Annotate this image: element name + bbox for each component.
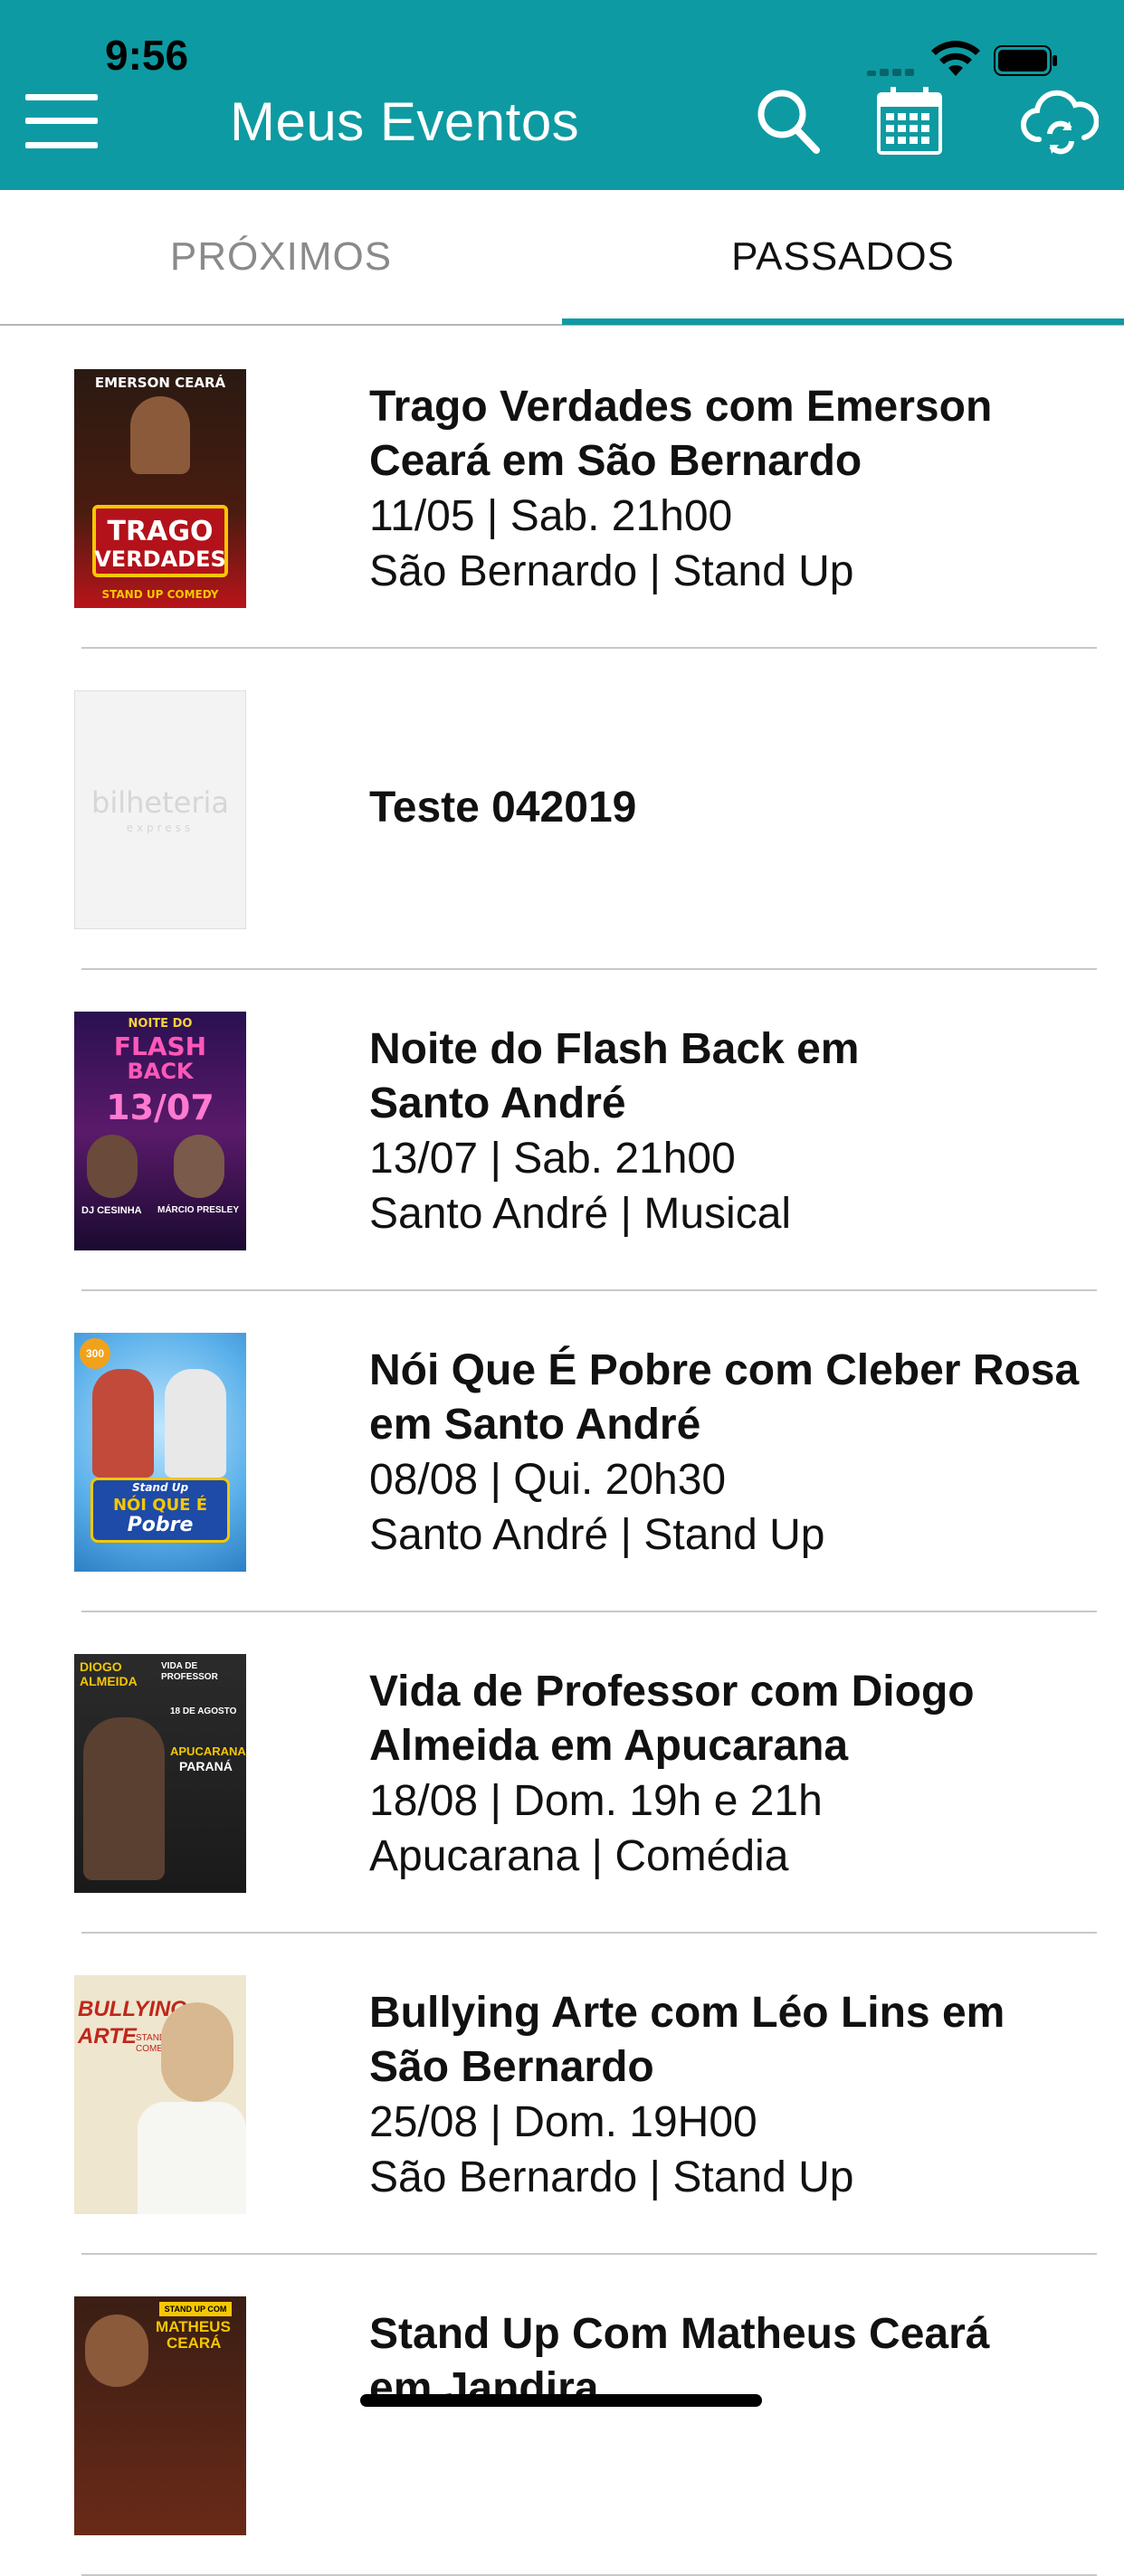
performer-photo [130,396,190,474]
event-title-cont: em Jandira [369,2364,599,2412]
tab-bar: PRÓXIMOS PASSADOS [0,190,1124,326]
event-title: Stand Up Com Matheus Ceará [369,2310,990,2358]
event-poster-placeholder: bilheteria express [74,690,246,929]
event-poster: BULLYING ARTE STAND UP COMEDY [74,1975,246,2214]
battery-icon [994,45,1057,76]
status-time: 9:56 [105,32,189,79]
event-date: 13/07 | Sab. 21h00 [369,1135,736,1183]
event-date: 08/08 | Qui. 20h30 [369,1456,727,1504]
event-date: 11/05 | Sab. 21h00 [369,492,733,540]
tab-passados[interactable]: PASSADOS [562,190,1124,324]
performer-head [161,2002,233,2102]
event-info: Teste 042019 [369,781,1102,835]
event-title: Bullying Arte com Léo Lins em [369,1989,1005,2037]
performer-right [165,1369,226,1478]
event-title: Trago Verdades com Emerson [369,383,993,431]
event-title-cont: em Santo André [369,1401,701,1449]
event-location: São Bernardo | Stand Up [369,547,854,595]
event-location: São Bernardo | Stand Up [369,2153,854,2201]
event-item-flash-back[interactable]: NOITE DO FLASH BACK 13/07 DJ CESINHA MÁR… [0,970,1124,1291]
event-poster: STAND UP COM MATHEUS CEARÁ [74,2296,246,2535]
page-title: Meus Eventos [230,91,580,152]
event-info: Noite do Flash Back em Santo André 13/07… [369,1022,1102,1241]
event-info: Nói Que É Pobre com Cleber Rosa em Santo… [369,1344,1102,1563]
event-info: Bullying Arte com Léo Lins em São Bernar… [369,1986,1102,2205]
performer-photo [85,2315,148,2387]
event-title-cont: Almeida em Apucarana [369,1722,849,1770]
active-tab-indicator [562,318,1124,325]
event-poster: EMERSON CEARÁ TRAGO VERDADES STAND UP CO… [74,369,246,608]
search-icon[interactable] [757,89,820,154]
event-title-cont: São Bernardo [369,2043,654,2091]
event-poster: NOITE DO FLASH BACK 13/07 DJ CESINHA MÁR… [74,1012,246,1250]
event-item-matheus-ceara[interactable]: STAND UP COM MATHEUS CEARÁ Stand Up Com … [0,2255,1124,2576]
tab-proximos[interactable]: PRÓXIMOS [0,190,562,324]
home-indicator[interactable] [360,2394,762,2407]
event-poster: DIOGO ALMEIDA VIDA DE PROFESSOR 18 DE AG… [74,1654,246,1893]
event-item-vida-de-professor[interactable]: DIOGO ALMEIDA VIDA DE PROFESSOR 18 DE AG… [0,1612,1124,1934]
performer-photo [83,1717,165,1880]
wifi-icon [931,41,980,76]
performer-body [138,2102,246,2214]
event-info: Vida de Professor com Diogo Almeida em A… [369,1665,1102,1884]
event-item-noi-que-e-pobre[interactable]: 300 Stand Up NÓI QUE É Pobre Nói Que É P… [0,1291,1124,1612]
badge: 300 [80,1338,110,1369]
event-item-bullying-arte[interactable]: BULLYING ARTE STAND UP COMEDY Bullying A… [0,1934,1124,2255]
event-title: Nói Que É Pobre com Cleber Rosa [369,1346,1080,1394]
event-location: Santo André | Stand Up [369,1511,825,1559]
event-date: 18/08 | Dom. 19h e 21h [369,1777,823,1825]
app-header: 9:56 Meus Eventos [0,0,1124,190]
cellular-signal-icon [867,67,921,76]
cloud-sync-icon[interactable] [1021,87,1099,157]
singer-photo [174,1135,224,1198]
event-location: Santo André | Musical [369,1190,792,1238]
event-title: Noite do Flash Back em [369,1025,860,1073]
event-title-cont: Ceará em São Bernardo [369,437,862,485]
event-title: Vida de Professor com Diogo [369,1668,975,1716]
event-date: 25/08 | Dom. 19H00 [369,2098,757,2146]
event-title-cont: Santo André [369,1079,626,1127]
performer-left [92,1369,154,1478]
calendar-icon[interactable] [876,85,943,156]
dj-photo [87,1135,138,1198]
menu-icon[interactable] [25,94,98,148]
event-location: Apucarana | Comédia [369,1832,789,1880]
event-info: Trago Verdades com Emerson Ceará em São … [369,380,1102,599]
event-item-trago-verdades[interactable]: EMERSON CEARÁ TRAGO VERDADES STAND UP CO… [0,328,1124,649]
event-poster: 300 Stand Up NÓI QUE É Pobre [74,1333,246,1572]
event-title: Teste 042019 [369,784,637,832]
event-item-teste[interactable]: bilheteria express Teste 042019 [0,649,1124,970]
